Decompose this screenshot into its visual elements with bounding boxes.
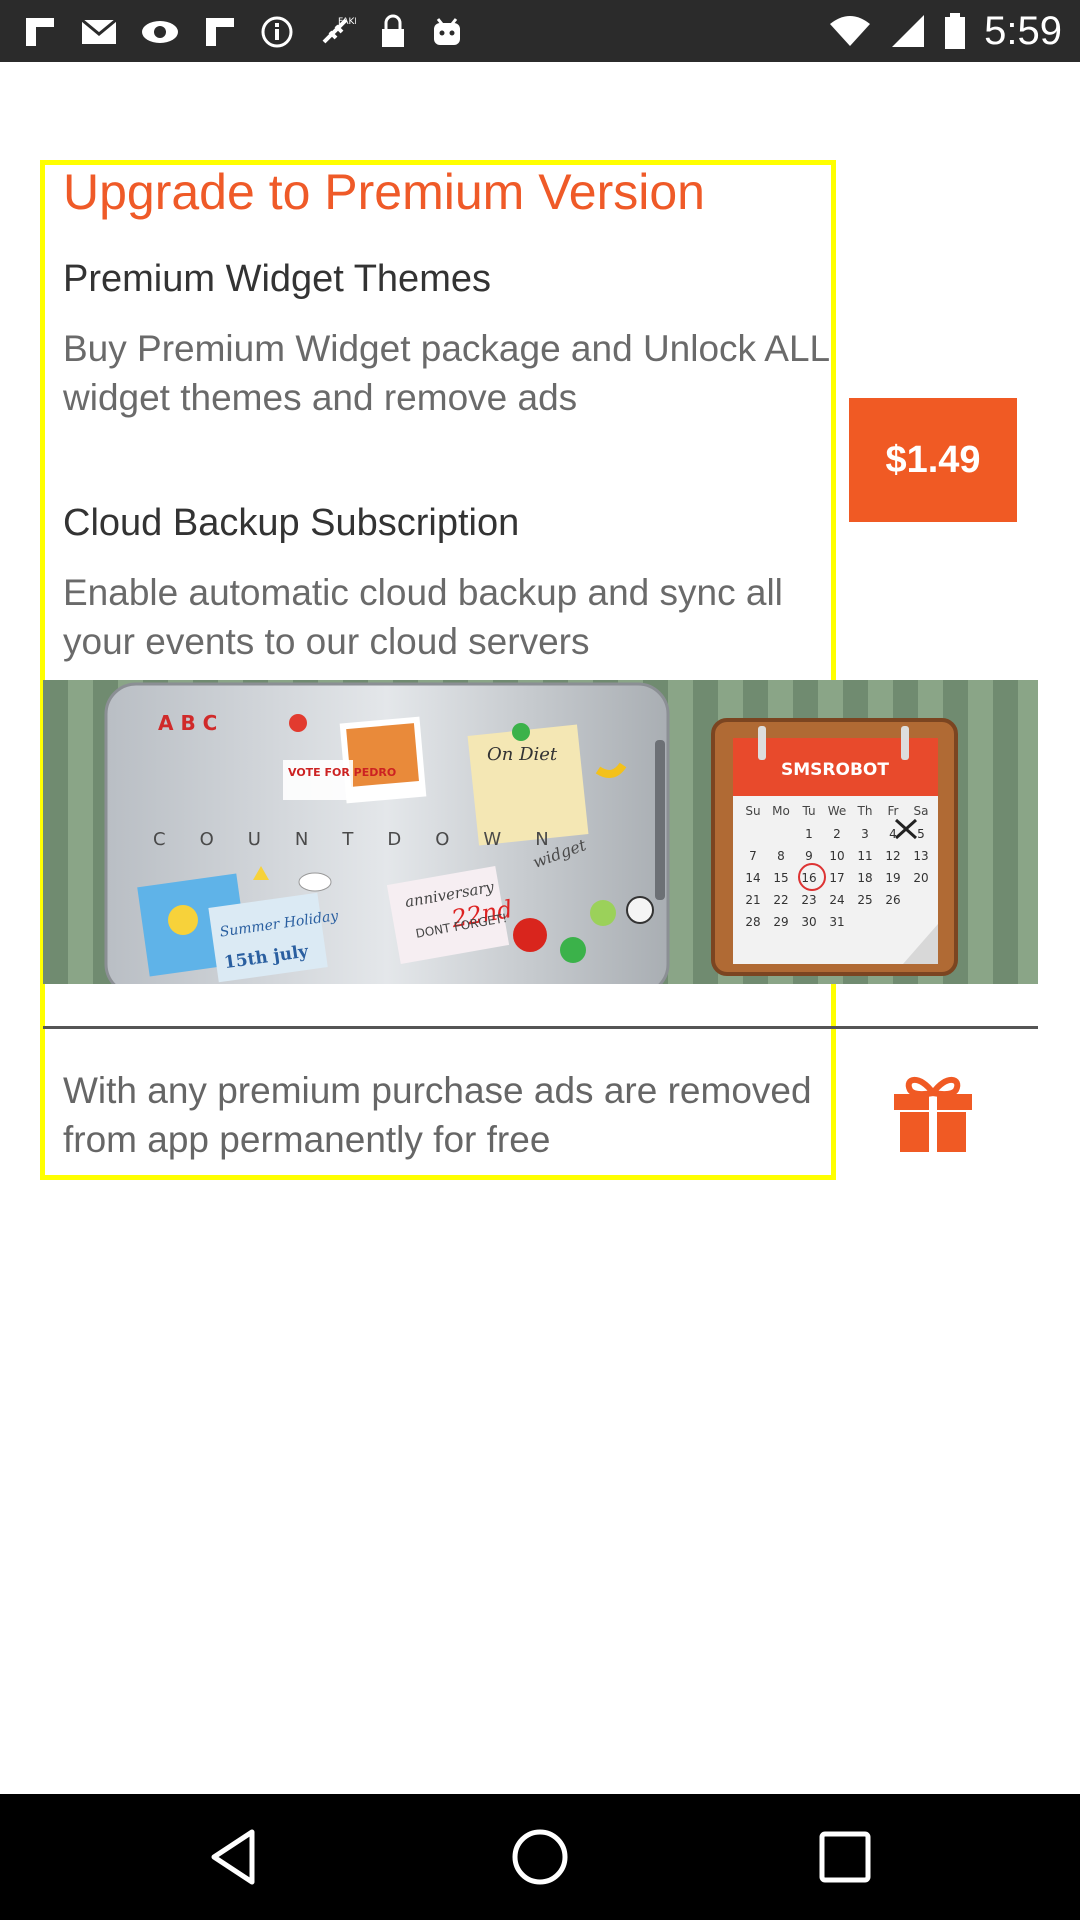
signal-icon bbox=[892, 15, 925, 47]
calendar-day-label: Fr bbox=[888, 804, 899, 818]
calendar-date: 22 bbox=[773, 893, 788, 907]
battery-icon bbox=[945, 13, 966, 49]
calendar-date: 26 bbox=[885, 893, 900, 907]
calendar-date: 11 bbox=[857, 849, 872, 863]
calendar-date: 23 bbox=[801, 893, 816, 907]
calendar-date: 1 bbox=[805, 827, 813, 841]
fake-gps-icon: FAKE bbox=[322, 17, 356, 44]
magnet-letters: A B C bbox=[158, 711, 217, 735]
calendar-date: 28 bbox=[745, 915, 760, 929]
gmail-icon bbox=[81, 18, 117, 44]
cloud-backup-description: Enable automatic cloud backup and sync a… bbox=[63, 572, 783, 662]
calendar-day-label: Mo bbox=[772, 804, 790, 818]
calendar-day-label: Sa bbox=[914, 804, 929, 818]
system-status: 5:59 bbox=[828, 0, 1062, 62]
wifi-icon bbox=[830, 16, 871, 46]
flipboard-icon bbox=[26, 18, 54, 46]
diet-note: On Diet bbox=[487, 744, 558, 765]
calendar-date: 20 bbox=[913, 871, 928, 885]
calendar-date: 29 bbox=[773, 915, 788, 929]
calendar-date: 7 bbox=[749, 849, 757, 863]
calendar-date: 25 bbox=[857, 893, 872, 907]
calendar-date: 4 bbox=[889, 827, 897, 841]
svg-text:FAKE: FAKE bbox=[338, 17, 356, 27]
calendar-day-label: Tu bbox=[801, 804, 815, 818]
buy-premium-button[interactable]: $1.49 bbox=[849, 398, 1017, 522]
calendar-date: 13 bbox=[913, 849, 928, 863]
calendar-day-label: Su bbox=[745, 804, 760, 818]
flipboard-icon bbox=[206, 18, 234, 46]
calendar-date: 30 bbox=[801, 915, 816, 929]
clock: 5:59 bbox=[984, 8, 1062, 53]
lock-icon bbox=[382, 14, 404, 47]
premium-widget-description: Buy Premium Widget package and Unlock AL… bbox=[63, 328, 829, 418]
android-icon bbox=[434, 18, 460, 45]
calendar-date: 31 bbox=[829, 915, 844, 929]
calendar-date: 19 bbox=[885, 871, 900, 885]
calendar-date: 21 bbox=[745, 893, 760, 907]
cloud-backup-title: Cloud Backup Subscription bbox=[63, 502, 520, 544]
calendar-date: 12 bbox=[885, 849, 900, 863]
calendar-date: 9 bbox=[805, 849, 813, 863]
info-icon bbox=[261, 16, 293, 48]
divider bbox=[43, 1026, 1038, 1029]
calendar-date: 5 bbox=[917, 827, 925, 841]
calendar-day-label: Th bbox=[857, 804, 873, 818]
calendar-date: 16 bbox=[801, 871, 816, 885]
vote-note: VOTE FOR PEDRO bbox=[288, 766, 396, 779]
calendar-date: 2 bbox=[833, 827, 841, 841]
calendar-date: 8 bbox=[777, 849, 785, 863]
countdown-text: COUNTDOWN bbox=[153, 829, 583, 850]
ads-removed-note: With any premium purchase ads are remove… bbox=[63, 1070, 812, 1160]
back-button[interactable] bbox=[200, 1822, 270, 1892]
calendar-date: 24 bbox=[829, 893, 844, 907]
calendar-date: 14 bbox=[745, 871, 760, 885]
calendar-date: 15 bbox=[773, 871, 788, 885]
calendar-date: 17 bbox=[829, 871, 844, 885]
calendar-day-label: We bbox=[828, 804, 847, 818]
eye-icon bbox=[142, 21, 178, 43]
widget-themes-banner: A B C VOTE FOR PEDRO On Diet COUNTDOWN w… bbox=[43, 680, 1038, 984]
gift-icon bbox=[894, 1076, 972, 1152]
calendar-date: 10 bbox=[829, 849, 844, 863]
home-button[interactable] bbox=[505, 1822, 575, 1892]
notification-icons: FAKE bbox=[22, 12, 464, 52]
calendar-date: 18 bbox=[857, 871, 872, 885]
banner-illustration: A B C VOTE FOR PEDRO On Diet COUNTDOWN w… bbox=[43, 680, 1038, 984]
navigation-bar bbox=[0, 1794, 1080, 1920]
recents-button[interactable] bbox=[810, 1822, 880, 1892]
calendar-date: 3 bbox=[861, 827, 869, 841]
premium-widget-title: Premium Widget Themes bbox=[63, 258, 491, 300]
calendar-brand: SMSROBOT bbox=[781, 760, 889, 780]
page-title: Upgrade to Premium Version bbox=[63, 164, 705, 220]
status-bar: FAKE 5:59 bbox=[0, 0, 1080, 62]
